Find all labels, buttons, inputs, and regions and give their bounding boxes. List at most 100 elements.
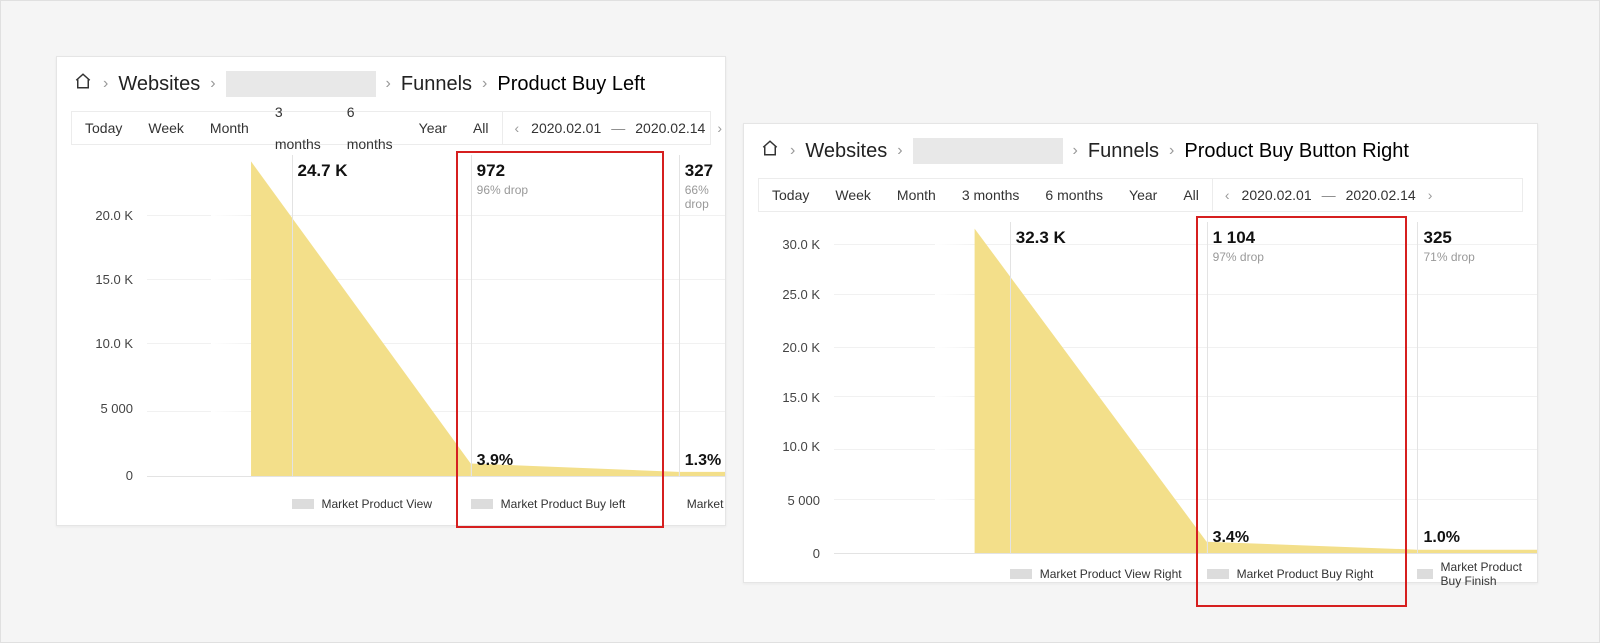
range-week[interactable]: Week [135,112,197,144]
stage-value: 327 [685,161,713,181]
crumb-site-redacted[interactable] [226,71,376,97]
legend-swatch [1417,569,1432,579]
chevron-right-icon: › [103,75,108,93]
range-year[interactable]: Year [406,112,460,144]
crumb-funnels[interactable]: Funnels [401,73,472,96]
funnel-stage-2: 972 96% drop 3.9% [471,155,679,476]
stage-drop: 66% drop [685,183,725,211]
crumb-current: Product Buy Left [497,73,645,96]
legend-label: Market Product Buy Finish [1441,560,1537,588]
y-label: 20.0 K [750,340,820,355]
y-label: 5 000 [750,493,820,508]
range-month[interactable]: Month [197,112,262,144]
legend-label: Market Product Buy left [501,497,626,511]
crumb-websites[interactable]: Websites [805,140,887,163]
legend-swatch [1010,569,1032,579]
stage-value: 32.3 K [1016,228,1066,248]
crumb-funnels[interactable]: Funnels [1088,140,1159,163]
date-from: 2020.02.01 [1242,187,1312,203]
chevron-right-icon[interactable]: › [1426,187,1435,203]
y-label: 0 [750,546,820,561]
chevron-right-icon: › [386,75,391,93]
stage-value: 24.7 K [298,161,348,181]
stage-pct: 1.3% [685,452,721,470]
legend-item: Market Product Buy Finish [1417,560,1537,588]
legend-swatch [292,499,314,509]
y-label: 5 000 [63,401,133,416]
breadcrumb: › Websites › › Funnels › Product Buy But… [744,124,1537,174]
chevron-right-icon: › [482,75,487,93]
y-label: 10.0 K [750,439,820,454]
stage-drop: 96% drop [477,183,528,197]
funnel-stage-3: 325 71% drop 1.0% [1417,222,1537,553]
legend-swatch [471,499,493,509]
y-label: 15.0 K [63,272,133,287]
funnel-panel-left: › Websites › › Funnels › Product Buy Lef… [56,56,726,526]
stage-pct: 3.4% [1213,529,1249,547]
chevron-right-icon: › [1073,142,1078,160]
range-week[interactable]: Week [822,179,884,211]
legend-item: Market Product View Right [1010,560,1207,588]
legend-label: Market Product View [322,497,433,511]
funnel-stage-1: 32.3 K [1010,222,1207,553]
chevron-right-icon: › [790,142,795,160]
date-range-picker[interactable]: ‹ 2020.02.01 — 2020.02.14 › [1212,179,1445,211]
home-icon[interactable] [760,139,780,163]
funnel-stage-2: 1 104 97% drop 3.4% [1207,222,1418,553]
range-today[interactable]: Today [759,179,822,211]
y-label: 15.0 K [750,390,820,405]
date-from: 2020.02.01 [531,120,601,136]
y-label: 0 [63,468,133,483]
funnel-panel-right: › Websites › › Funnels › Product Buy But… [743,123,1538,583]
funnel-stage-1: 24.7 K [292,155,471,476]
chevron-right-icon: › [210,75,215,93]
chevron-right-icon: › [897,142,902,160]
date-range-separator: — [1322,187,1336,203]
y-label: 30.0 K [750,237,820,252]
stage-value: 972 [477,161,505,181]
date-to: 2020.02.14 [635,120,705,136]
legend-label: Market Produ [687,497,725,511]
stage-value: 1 104 [1213,228,1256,248]
legend-row: Market Product View Right Market Product… [834,560,1537,588]
range-3months[interactable]: 3 months [949,179,1033,211]
chevron-left-icon[interactable]: ‹ [1223,187,1232,203]
chevron-left-icon[interactable]: ‹ [513,120,522,136]
range-6months[interactable]: 6 months [1032,179,1116,211]
funnel-chart-left: 20.0 K 15.0 K 10.0 K 5 000 0 [57,155,725,525]
plot-area: 32.3 K 1 104 97% drop 3.4% 325 71% drop … [834,222,1537,554]
chevron-right-icon: › [1169,142,1174,160]
chevron-right-icon[interactable]: › [715,120,724,136]
crumb-current: Product Buy Button Right [1184,140,1409,163]
funnel-stage-3: 327 66% drop 1.3% [679,155,725,476]
stage-pct: 3.9% [477,452,513,470]
range-today[interactable]: Today [72,112,135,144]
time-range-bar: Today Week Month 3 months 6 months Year … [758,178,1523,212]
stage-value: 325 [1423,228,1451,248]
stage-drop: 71% drop [1423,250,1474,264]
date-range-separator: — [611,120,625,136]
range-year[interactable]: Year [1116,179,1170,211]
range-all[interactable]: All [1170,179,1212,211]
plot-area: 24.7 K 972 96% drop 3.9% 327 66% drop 1.… [147,155,725,477]
date-to: 2020.02.14 [1346,187,1416,203]
crumb-site-redacted[interactable] [913,138,1063,164]
range-3months[interactable]: 3 months [262,96,334,160]
stage-pct: 1.0% [1423,529,1459,547]
range-all[interactable]: All [460,112,502,144]
home-icon[interactable] [73,72,93,96]
fade-gradient [211,155,251,476]
date-range-picker[interactable]: ‹ 2020.02.01 — 2020.02.14 › [502,112,735,144]
y-axis-labels: 20.0 K 15.0 K 10.0 K 5 000 0 [71,155,141,477]
legend-item: Market Product View [292,497,471,511]
legend-item: Market Product Buy Right [1207,560,1418,588]
legend-item: Market Produ [679,497,725,511]
legend-label: Market Product View Right [1040,567,1182,581]
crumb-websites[interactable]: Websites [118,73,200,96]
y-label: 20.0 K [63,208,133,223]
legend-row: Market Product View Market Product Buy l… [147,497,725,511]
range-month[interactable]: Month [884,179,949,211]
y-label: 10.0 K [63,336,133,351]
range-6months[interactable]: 6 months [334,96,406,160]
y-axis-labels: 30.0 K 25.0 K 20.0 K 15.0 K 10.0 K 5 000… [758,222,828,554]
